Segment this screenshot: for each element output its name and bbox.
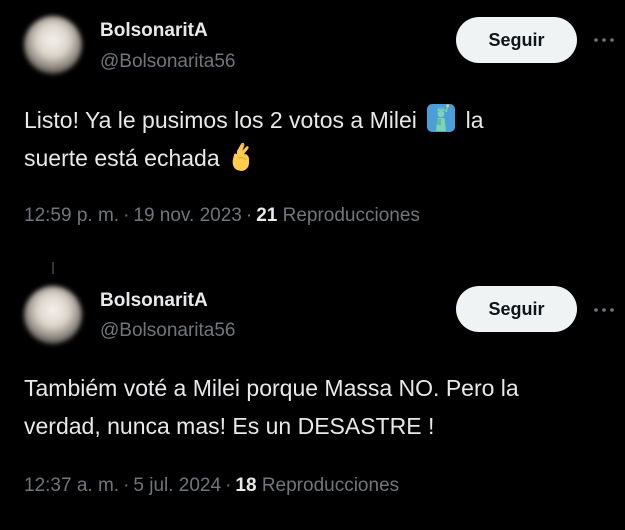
meta-separator: · [123, 475, 130, 496]
author-handle[interactable]: @Bolsonarita56 [100, 320, 235, 342]
views-count[interactable]: 21 [256, 205, 277, 226]
tweet-text-line: Listo! Ya le pusimos los 2 votos a Milei [24, 107, 417, 133]
tweet[interactable]: BolsonaritA @Bolsonarita56 Seguir Tambié… [0, 262, 625, 530]
tweet-text-line: Tambiém voté a Milei porque Massa NO. Pe… [24, 375, 519, 401]
views-label[interactable]: Reproducciones [262, 475, 399, 496]
tweet-time[interactable]: 12:37 a. m. [24, 475, 119, 496]
meta-separator: · [123, 205, 130, 226]
tweet[interactable]: BolsonaritA @Bolsonarita56 Seguir Listo!… [0, 0, 625, 262]
more-options-icon[interactable] [592, 302, 616, 318]
tweet-time[interactable]: 12:59 p. m. [24, 205, 119, 226]
views-count[interactable]: 18 [235, 475, 256, 496]
author-name[interactable]: BolsonaritA [100, 20, 208, 42]
tweet-text-line: suerte está echada [24, 145, 220, 171]
tweet-date[interactable]: 5 jul. 2024 [133, 475, 221, 496]
tweet-date[interactable]: 19 nov. 2023 [133, 205, 241, 226]
more-options-icon[interactable] [592, 32, 616, 48]
tweet-text: Listo! Ya le pusimos los 2 votos a Milei… [24, 101, 604, 177]
meta-separator: · [225, 475, 232, 496]
avatar[interactable] [24, 286, 82, 344]
meta-separator: · [245, 205, 253, 226]
views-label[interactable]: Reproducciones [283, 205, 420, 226]
tweet-meta: 12:37 a. m. · 5 jul. 2024 · 18 Reproduccione… [24, 475, 399, 497]
author-handle[interactable]: @Bolsonarita56 [100, 51, 235, 73]
avatar[interactable] [24, 16, 82, 74]
follow-button[interactable]: Seguir [456, 17, 577, 63]
tweet-text-line: verdad, nunca mas! Es un DESASTRE ! [24, 413, 435, 439]
statue-of-liberty-icon [427, 104, 456, 132]
tweet-text-line-end: la [465, 107, 484, 133]
crossed-fingers-icon [232, 142, 250, 171]
thread-connector [52, 262, 54, 274]
tweet-text: Tambiém voté a Milei porque Massa NO. Pe… [24, 369, 604, 445]
tweet-meta: 12:59 p. m. · 19 nov. 2023 · 21 Reproduccion… [24, 205, 420, 227]
author-name[interactable]: BolsonaritA [100, 290, 208, 312]
follow-button[interactable]: Seguir [456, 286, 577, 332]
